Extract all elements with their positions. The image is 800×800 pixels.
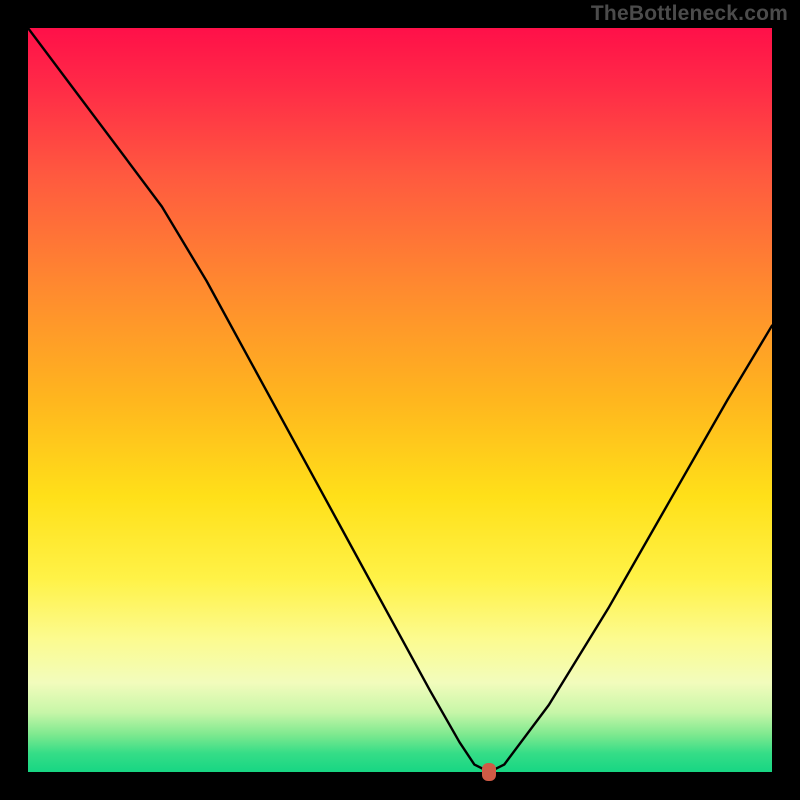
watermark-text: TheBottleneck.com [591, 2, 788, 26]
plot-area [28, 28, 772, 772]
min-marker [482, 763, 496, 781]
bottleneck-curve [28, 28, 772, 772]
chart-frame: TheBottleneck.com [0, 0, 800, 800]
